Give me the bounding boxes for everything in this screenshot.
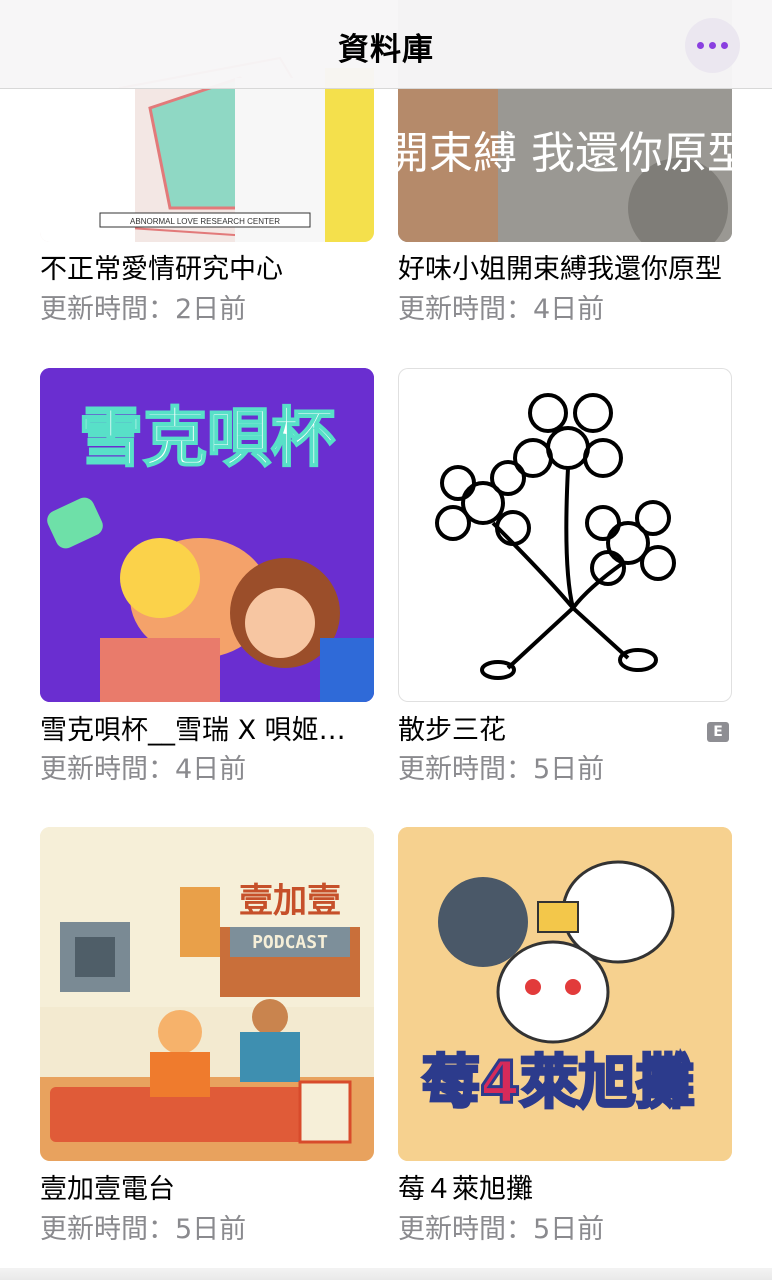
explicit-badge: E	[707, 722, 729, 742]
podcast-updated: 更新時間：4日前	[398, 294, 605, 325]
more-icon	[697, 42, 704, 49]
podcast-updated: 更新時間：5日前	[398, 754, 605, 785]
podcast-title[interactable]: 不正常愛情研究中心	[40, 252, 374, 288]
more-icon-dot	[721, 42, 728, 49]
podcast-title[interactable]: 莓４萊旭攤	[398, 1172, 732, 1208]
artwork-title: 開束縛 我還你原型	[398, 128, 732, 179]
podcast-artwork-three-flowers[interactable]	[398, 368, 732, 702]
nav-bar: 資料庫	[0, 0, 772, 89]
podcast-updated: 更新時間：5日前	[398, 1214, 605, 1245]
artwork-caption: ABNORMAL LOVE RESEARCH CENTER	[130, 217, 280, 226]
podcast-title[interactable]: 雪克唄杯__雪瑞 X 唄姬…	[40, 713, 374, 749]
artwork-title: 雪克唄杯	[79, 402, 335, 476]
podcast-updated: 更新時間：4日前	[40, 754, 247, 785]
podcast-updated: 更新時間：2日前	[40, 294, 247, 325]
page-title: 資料庫	[338, 32, 434, 68]
artwork-title: 壹加壹	[239, 881, 341, 921]
artwork-subtitle: PODCAST	[252, 932, 328, 953]
podcast-title[interactable]: 壹加壹電台	[40, 1172, 374, 1208]
bottom-bar	[0, 1268, 772, 1280]
podcast-artwork-berry-cats[interactable]: 莓4萊旭攤	[398, 827, 732, 1161]
artwork-title: 莓4萊旭攤	[422, 1048, 694, 1116]
podcast-artwork-snowcup[interactable]: 雪克唄杯	[40, 368, 374, 702]
podcast-title[interactable]: 散步三花	[398, 713, 698, 749]
podcast-artwork-one-plus-one[interactable]: 壹加壹 PODCAST	[40, 827, 374, 1161]
more-options-button[interactable]	[685, 18, 740, 73]
podcast-updated: 更新時間：5日前	[40, 1214, 247, 1245]
more-icon-dot	[709, 42, 716, 49]
podcast-title[interactable]: 好味小姐開束縛我還你原型	[398, 252, 732, 288]
